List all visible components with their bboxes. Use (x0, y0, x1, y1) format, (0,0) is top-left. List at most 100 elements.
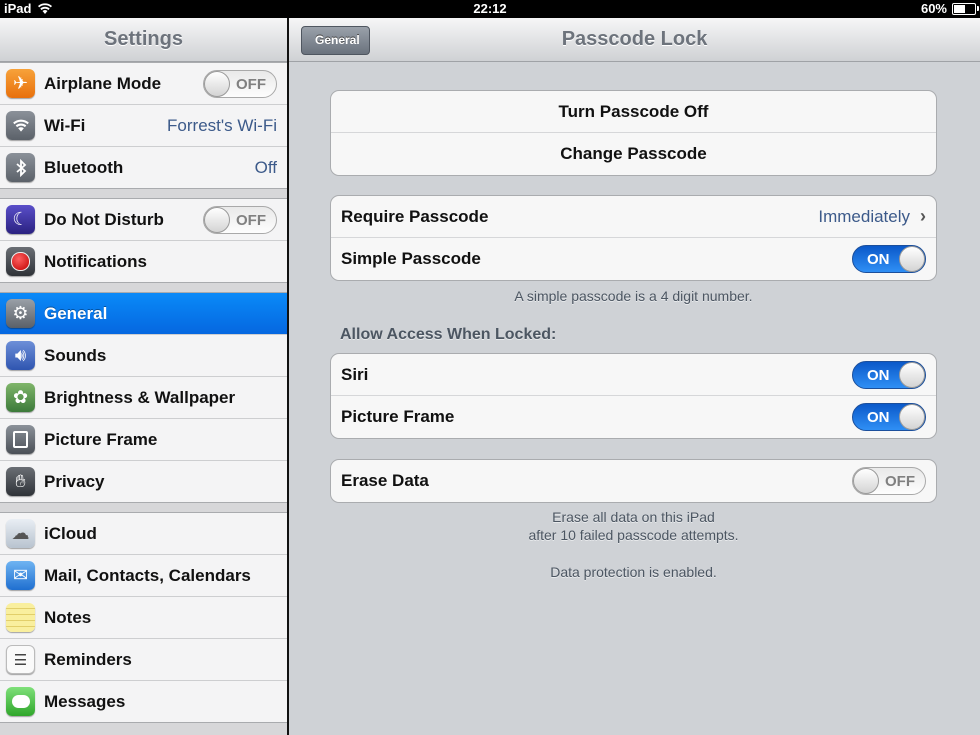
toggle-state-label: OFF (885, 473, 915, 490)
toggle-state-label: ON (867, 366, 890, 384)
sidebar-item-label: Brightness & Wallpaper (44, 387, 236, 407)
mail-icon: ✉ (6, 561, 35, 590)
require-passcode-row[interactable]: Require Passcode Immediately › (331, 196, 936, 238)
flower-icon: ✿ (6, 383, 35, 412)
battery-icon (952, 2, 979, 15)
picture-frame-toggle[interactable]: ON (852, 403, 926, 431)
back-button-label: General (315, 33, 360, 47)
turn-passcode-off-label: Turn Passcode Off (558, 101, 709, 121)
picture-frame-label: Picture Frame (341, 407, 455, 426)
sidebar-item-bluetooth[interactable]: Bluetooth Off (0, 147, 287, 188)
toggle-knob (204, 206, 230, 233)
toggle-knob (899, 246, 925, 272)
sidebar-item-label: Notes (44, 607, 92, 627)
siri-toggle[interactable]: ON (852, 360, 926, 389)
status-bar: iPad 22:12 60% (0, 0, 980, 18)
sidebar-item-label: Mail, Contacts, Calendars (44, 565, 251, 585)
moon-icon: ☾ (6, 205, 35, 234)
sidebar-item-label: Do Not Disturb (44, 209, 164, 229)
change-passcode-button[interactable]: Change Passcode (331, 133, 936, 175)
require-passcode-value: Immediately (818, 206, 910, 226)
simple-passcode-toggle[interactable]: ON (852, 245, 926, 273)
detail-navbar: Passcode Lock General (289, 18, 980, 62)
allow-access-header: Allow Access When Locked: (340, 326, 557, 343)
toggle-knob (899, 361, 925, 388)
toggle-state-label: OFF (236, 75, 266, 93)
battery-fill (954, 4, 965, 13)
sidebar-item-sounds[interactable]: 🔊︎ Sounds (0, 335, 287, 377)
sidebar-item-general[interactable]: ⚙ General (0, 293, 287, 335)
wifi-icon (6, 111, 35, 140)
sidebar-item-reminders[interactable]: ☰ Reminders (0, 639, 287, 681)
messages-icon (6, 687, 35, 716)
sidebar-item-label: Notifications (44, 251, 147, 271)
erase-data-note-line-2: after 10 failed passcode attempts. (528, 527, 739, 543)
do-not-disturb-toggle[interactable]: OFF (203, 205, 277, 234)
sidebar-group-alerts: ☾ Do Not Disturb OFF Notifications (0, 198, 287, 283)
bluetooth-value: Off (254, 157, 277, 177)
hand-icon: ✋︎ (6, 467, 35, 496)
passcode-lock-pane: Passcode Lock General Turn Passcode Off … (289, 18, 980, 735)
passcode-actions-group: Turn Passcode Off Change Passcode (330, 90, 937, 176)
battery-group: 60% (920, 1, 979, 16)
sidebar-group-connectivity: ✈ Airplane Mode OFF Wi-Fi Forrest's Wi-F… (0, 62, 287, 189)
simple-passcode-row: Simple Passcode ON (331, 238, 936, 280)
speaker-icon: 🔊︎ (6, 341, 35, 370)
turn-passcode-off-button[interactable]: Turn Passcode Off (331, 91, 936, 133)
sidebar-item-label: General (44, 303, 108, 323)
toggle-state-label: ON (867, 251, 890, 268)
passcode-options-group: Require Passcode Immediately › Simple Pa… (330, 195, 937, 281)
battery-percent: 60% (920, 1, 947, 16)
bluetooth-icon (6, 153, 35, 182)
notes-icon (6, 603, 35, 632)
toggle-state-label: ON (867, 409, 890, 426)
notifications-icon (6, 247, 35, 276)
sidebar-item-picture-frame[interactable]: Picture Frame (0, 419, 287, 461)
sidebar-item-brightness-wallpaper[interactable]: ✿ Brightness & Wallpaper (0, 377, 287, 419)
sidebar-item-mail[interactable]: ✉ Mail, Contacts, Calendars (0, 555, 287, 597)
siri-label: Siri (341, 364, 369, 384)
sidebar-item-label: Privacy (44, 471, 105, 491)
sidebar-group-apps: ☁ iCloud ✉ Mail, Contacts, Calendars Not… (0, 512, 287, 723)
picture-frame-icon (6, 425, 35, 454)
sidebar-item-label: Messages (44, 691, 126, 711)
erase-data-note-line-1: Erase all data on this iPad (552, 509, 715, 525)
sidebar-item-icloud[interactable]: ☁ iCloud (0, 513, 287, 555)
airplane-icon: ✈ (6, 69, 35, 98)
clock: 22:12 (473, 1, 507, 16)
sidebar-item-label: Wi-Fi (44, 115, 86, 135)
toggle-knob (204, 70, 230, 97)
airplane-mode-toggle[interactable]: OFF (203, 69, 277, 98)
page-title: Passcode Lock (561, 28, 708, 50)
sidebar-item-airplane-mode[interactable]: ✈ Airplane Mode OFF (0, 63, 287, 105)
sidebar-item-wifi[interactable]: Wi-Fi Forrest's Wi-Fi (0, 105, 287, 147)
sidebar-item-privacy[interactable]: ✋︎ Privacy (0, 461, 287, 502)
require-passcode-label: Require Passcode (341, 206, 489, 226)
sidebar-item-label: Airplane Mode (44, 73, 162, 93)
erase-data-row: Erase Data OFF (331, 460, 936, 502)
sidebar-title: Settings (0, 18, 287, 62)
sidebar-item-notifications[interactable]: Notifications (0, 241, 287, 282)
back-button[interactable]: General (301, 26, 370, 55)
settings-sidebar: Settings ✈ Airplane Mode OFF Wi-Fi Forre… (0, 18, 287, 735)
reminders-icon: ☰ (6, 645, 35, 674)
data-protection-note: Data protection is enabled. (550, 564, 717, 580)
sidebar-item-messages[interactable]: Messages (0, 681, 287, 722)
sidebar-item-do-not-disturb[interactable]: ☾ Do Not Disturb OFF (0, 199, 287, 241)
sidebar-item-label: Picture Frame (44, 429, 158, 449)
simple-passcode-note: A simple passcode is a 4 digit number. (514, 288, 753, 304)
gear-icon: ⚙ (6, 299, 35, 328)
cloud-icon: ☁ (6, 519, 35, 548)
sidebar-item-label: Sounds (44, 345, 107, 365)
sidebar-item-notes[interactable]: Notes (0, 597, 287, 639)
erase-data-group: Erase Data OFF (330, 459, 937, 503)
sidebar-item-label: iCloud (44, 523, 97, 543)
simple-passcode-label: Simple Passcode (341, 249, 481, 268)
erase-data-toggle[interactable]: OFF (852, 467, 926, 495)
allow-access-group: Siri ON Picture Frame ON (330, 353, 937, 439)
toggle-knob (853, 468, 879, 494)
erase-data-label: Erase Data (341, 471, 429, 490)
chevron-right-icon: › (920, 206, 926, 226)
sidebar-group-device: ⚙ General 🔊︎ Sounds ✿ Brightness & Wallp… (0, 292, 287, 503)
sidebar-item-label: Reminders (44, 649, 132, 669)
